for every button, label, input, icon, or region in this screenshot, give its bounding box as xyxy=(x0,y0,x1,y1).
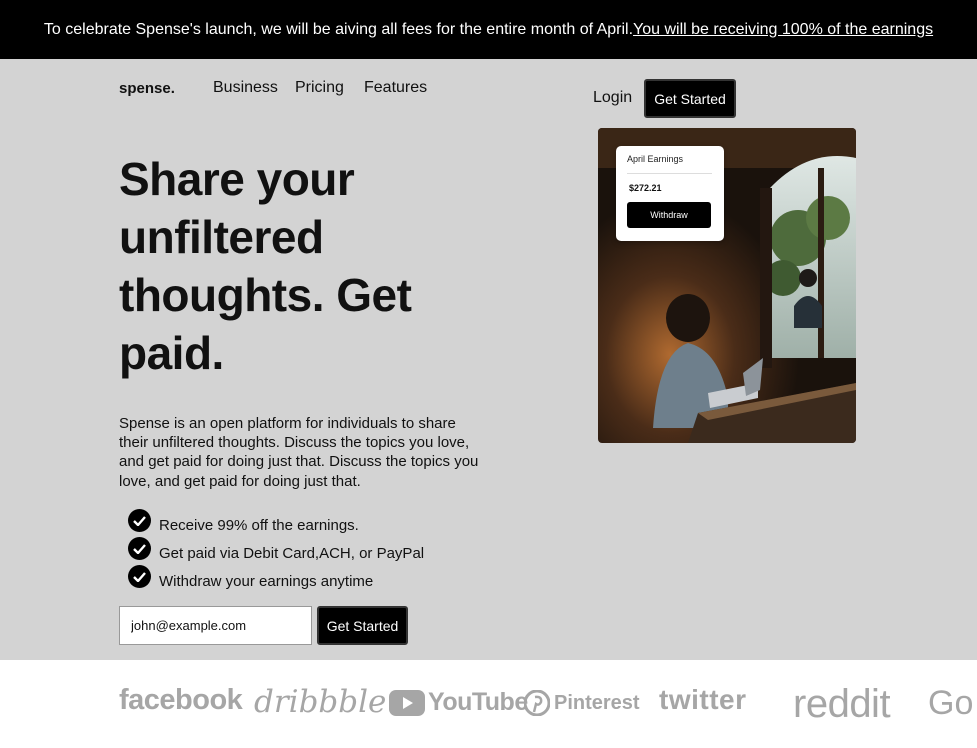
facebook-logo: facebook xyxy=(119,684,243,716)
check-icon xyxy=(128,509,151,532)
announcement-banner: To celebrate Spense's launch, we will be… xyxy=(0,0,977,59)
feature-item: Get paid via Debit Card,ACH, or PayPal xyxy=(128,535,424,562)
earnings-amount: $272.21 xyxy=(629,183,662,193)
hero-headline: Share your unfiltered thoughts. Get paid… xyxy=(119,153,412,379)
banner-link[interactable]: You will be receiving 100% of the earnin… xyxy=(633,21,933,39)
pinterest-icon xyxy=(524,690,550,716)
check-icon xyxy=(128,565,151,588)
nav-features[interactable]: Features xyxy=(364,79,427,97)
google-logo: Go xyxy=(928,684,974,722)
youtube-label: YouTube xyxy=(428,688,528,716)
dribbble-logo: dribbble xyxy=(254,684,387,720)
nav-business[interactable]: Business xyxy=(213,79,278,97)
earnings-card: April Earnings $272.21 Withdraw xyxy=(616,146,724,241)
feature-text: Receive 99% off the earnings. xyxy=(159,517,359,534)
reddit-logo: reddit xyxy=(793,682,891,726)
hero-description: Spense is an open platform for individua… xyxy=(119,415,479,490)
get-started-button[interactable]: Get Started xyxy=(644,79,736,118)
nav-pricing[interactable]: Pricing xyxy=(295,79,344,97)
youtube-logo: YouTube xyxy=(389,688,528,717)
banner-text: To celebrate Spense's launch, we will be… xyxy=(43,20,634,38)
withdraw-button[interactable]: Withdraw xyxy=(627,202,711,228)
twitter-logo: twitter xyxy=(659,684,747,715)
pinterest-logo: Pinterest xyxy=(524,690,640,716)
earnings-card-title: April Earnings xyxy=(627,154,684,164)
brand-logos-strip: facebook dribbble YouTube Pinterest twit… xyxy=(0,660,977,748)
signup-button[interactable]: Get Started xyxy=(317,606,408,645)
feature-text: Withdraw your earnings anytime xyxy=(159,573,374,590)
feature-item: Withdraw your earnings anytime xyxy=(128,563,373,590)
pinterest-label: Pinterest xyxy=(554,691,640,714)
feature-item: Receive 99% off the earnings. xyxy=(128,507,359,534)
logo[interactable]: spense. xyxy=(119,80,175,97)
email-input[interactable] xyxy=(119,606,312,645)
check-icon xyxy=(128,537,151,560)
divider xyxy=(627,173,712,174)
feature-text: Get paid via Debit Card,ACH, or PayPal xyxy=(159,545,425,562)
login-link[interactable]: Login xyxy=(593,89,632,107)
play-icon xyxy=(389,689,425,716)
